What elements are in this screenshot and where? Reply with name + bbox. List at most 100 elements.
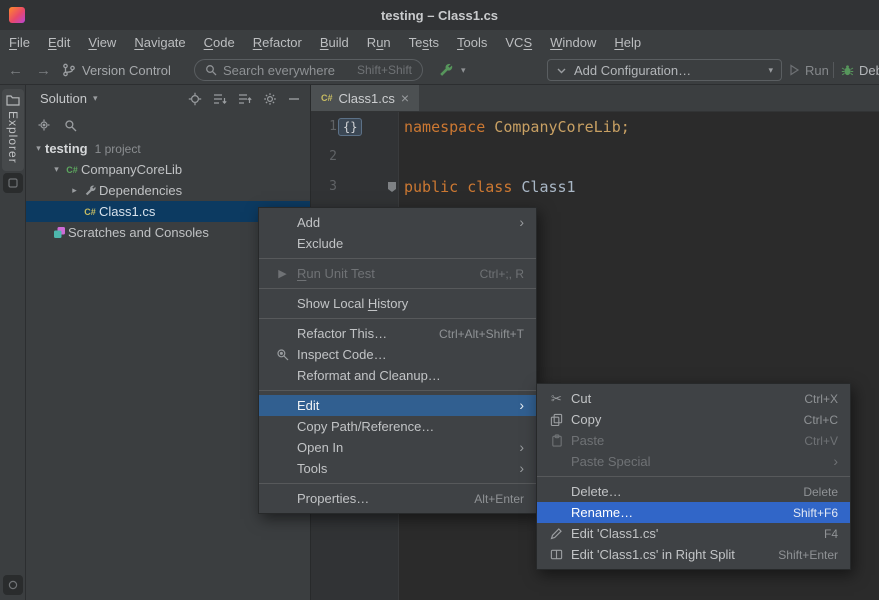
run-button[interactable]: Run	[788, 59, 829, 81]
version-control-widget[interactable]: Version Control	[62, 59, 171, 81]
editor-tabbar: C# Class1.cs ×	[311, 85, 879, 112]
explorer-stripe-label: Explorer	[6, 111, 20, 164]
window-title: testing – Class1.cs	[381, 8, 498, 23]
search-icon	[205, 64, 217, 76]
tree-expanded-icon[interactable]: ▾	[32, 143, 45, 154]
menu-tools[interactable]: Tools	[448, 30, 496, 56]
debug-label: Deb	[859, 63, 879, 78]
stripe-button-explorer[interactable]: Explorer	[2, 89, 24, 171]
solution-panel-toolbar	[26, 112, 310, 138]
menu-help[interactable]: Help	[605, 30, 650, 56]
stripe-bottom-tool-button[interactable]	[3, 575, 23, 595]
submenu-arrow-icon: ›	[519, 458, 524, 479]
submenu-item-delete[interactable]: Delete… Delete	[537, 481, 850, 502]
menu-code[interactable]: Code	[195, 30, 244, 56]
collapse-all-icon[interactable]	[238, 92, 252, 106]
submenu-item-copy[interactable]: Copy Ctrl+C	[537, 409, 850, 430]
hide-panel-icon[interactable]	[288, 93, 300, 105]
menu-edit[interactable]: Edit	[39, 30, 79, 56]
locate-file-icon[interactable]	[188, 92, 202, 106]
select-opened-file-icon[interactable]	[37, 118, 51, 132]
menu-separator	[259, 258, 536, 259]
chevron-down-icon	[556, 65, 567, 76]
close-tab-icon[interactable]: ×	[401, 91, 409, 105]
main-toolbar: ← → Version Control Search everywhere Sh…	[0, 56, 879, 85]
ctx-item-reformat-and-cleanup[interactable]: Reformat and Cleanup…	[259, 365, 536, 386]
fold-marker-icon[interactable]	[387, 181, 397, 193]
tree-collapsed-icon[interactable]: ▸	[68, 185, 81, 196]
copy-icon	[548, 409, 565, 430]
code-line-3[interactable]: public class Class1	[404, 172, 576, 202]
wrench-icon	[81, 184, 99, 197]
ctx-item-add[interactable]: Add ›	[259, 212, 536, 233]
ctx-item-exclude[interactable]: Exclude	[259, 233, 536, 254]
debug-button[interactable]: Deb	[841, 59, 879, 81]
code-line-1[interactable]: namespace CompanyCoreLib;	[404, 112, 630, 142]
settings-gear-icon[interactable]	[263, 92, 277, 106]
submenu-arrow-icon: ›	[519, 212, 524, 233]
search-everywhere-field[interactable]: Search everywhere Shift+Shift	[194, 59, 423, 81]
tree-expanded-icon[interactable]: ▾	[50, 164, 63, 175]
menubar: File Edit View Navigate Code Refactor Bu…	[0, 30, 879, 56]
submenu-item-edit-file[interactable]: Edit 'Class1.cs' F4	[537, 523, 850, 544]
ctx-item-show-local-history[interactable]: Show Local History	[259, 293, 536, 314]
line-number[interactable]: 1	[315, 112, 337, 142]
solution-panel-header: Solution ▾	[26, 85, 310, 112]
ctx-item-open-in[interactable]: Open In ›	[259, 437, 536, 458]
back-arrow-icon: ←	[8, 62, 23, 79]
edit-submenu: ✂ Cut Ctrl+X Copy Ctrl+C Paste Ctrl+V Pa…	[536, 383, 851, 570]
menu-window[interactable]: Window	[541, 30, 605, 56]
tree-item-companycorelib[interactable]: ▾ C# CompanyCoreLib	[26, 159, 310, 180]
menu-refactor[interactable]: Refactor	[244, 30, 311, 56]
stripe-tool-button[interactable]	[3, 173, 23, 193]
menu-vcs[interactable]: VCS	[496, 30, 541, 56]
build-tool-button[interactable]	[438, 59, 454, 81]
tree-item-dependencies[interactable]: ▸ Dependencies	[26, 180, 310, 201]
csharp-file-icon: C#	[321, 93, 333, 103]
left-tool-stripe: Explorer	[0, 85, 26, 600]
submenu-item-paste-special[interactable]: Paste Special ›	[537, 451, 850, 472]
debug-bug-icon	[841, 64, 854, 77]
search-tree-icon[interactable]	[64, 119, 77, 132]
version-control-label: Version Control	[82, 63, 171, 78]
tree-item-testing[interactable]: ▾ testing 1 project	[26, 138, 310, 159]
menu-separator	[259, 318, 536, 319]
ctx-item-tools[interactable]: Tools ›	[259, 458, 536, 479]
csharp-file-icon: C#	[81, 207, 99, 217]
play-icon: ▶	[274, 263, 291, 284]
submenu-item-edit-file-right-split[interactable]: Edit 'Class1.cs' in Right Split Shift+En…	[537, 544, 850, 565]
split-right-icon	[548, 544, 565, 565]
solution-view-selector[interactable]: Solution ▾	[40, 91, 98, 106]
caret-down-icon: ▾	[93, 93, 98, 104]
menu-run[interactable]: Run	[358, 30, 400, 56]
menu-tests[interactable]: Tests	[400, 30, 448, 56]
menu-separator	[537, 476, 850, 477]
menu-build[interactable]: Build	[311, 30, 358, 56]
line-number[interactable]: 3	[315, 172, 337, 202]
back-button[interactable]: ←	[8, 59, 23, 81]
toolbar-divider	[833, 62, 834, 78]
ctx-item-copy-path-reference[interactable]: Copy Path/Reference…	[259, 416, 536, 437]
menu-file[interactable]: File	[0, 30, 39, 56]
ctx-item-inspect-code[interactable]: Inspect Code…	[259, 344, 536, 365]
ctx-item-refactor-this[interactable]: Refactor This… Ctrl+Alt+Shift+T	[259, 323, 536, 344]
tab-class1-cs[interactable]: C# Class1.cs ×	[311, 85, 419, 111]
run-configuration-label: Add Configuration…	[574, 63, 691, 78]
pencil-icon	[548, 523, 565, 544]
run-configuration-combo[interactable]: Add Configuration… ▾	[547, 59, 782, 81]
submenu-item-paste[interactable]: Paste Ctrl+V	[537, 430, 850, 451]
submenu-item-cut[interactable]: ✂ Cut Ctrl+X	[537, 388, 850, 409]
expand-all-icon[interactable]	[213, 92, 227, 106]
ctx-item-run-unit-test[interactable]: ▶ Run Unit Test Ctrl+;, R	[259, 263, 536, 284]
submenu-item-rename[interactable]: Rename… Shift+F6	[537, 502, 850, 523]
ctx-item-edit[interactable]: Edit ›	[259, 395, 536, 416]
forward-button[interactable]: →	[36, 59, 51, 81]
build-dropdown-caret[interactable]: ▾	[461, 59, 466, 81]
folder-icon	[6, 94, 20, 106]
ctx-item-properties[interactable]: Properties… Alt+Enter	[259, 488, 536, 509]
menu-navigate[interactable]: Navigate	[125, 30, 194, 56]
scratches-icon	[50, 226, 68, 239]
menu-view[interactable]: View	[79, 30, 125, 56]
folded-region-badge[interactable]: {}	[338, 118, 362, 136]
line-number[interactable]: 2	[315, 142, 337, 172]
